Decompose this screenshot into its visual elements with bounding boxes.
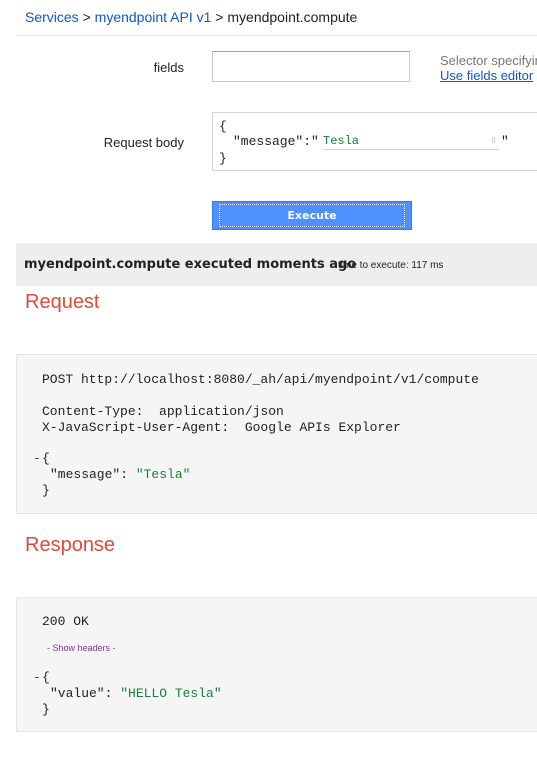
header-divider <box>16 35 537 36</box>
fields-hint: Selector specifying <box>440 53 537 68</box>
breadcrumb-separator: > <box>215 9 224 25</box>
execution-time: time to execute: 117 ms <box>338 260 444 271</box>
body-open-brace: { <box>219 119 227 134</box>
collapse-toggle[interactable]: - <box>33 451 41 466</box>
response-json-open: { <box>42 670 50 685</box>
request-panel: POST http://localhost:8080/_ah/api/myend… <box>16 354 537 514</box>
response-panel: 200 OK - Show headers - - { "value": "HE… <box>16 597 537 732</box>
body-close-brace: } <box>219 151 227 166</box>
executed-message: myendpoint.compute executed moments ago <box>24 257 357 272</box>
request-heading: Request <box>25 291 100 313</box>
request-line: POST http://localhost:8080/_ah/api/myend… <box>42 372 479 387</box>
response-status: 200 OK <box>42 614 89 629</box>
breadcrumb-current-method: myendpoint.compute <box>227 9 358 25</box>
breadcrumb-api-link[interactable]: myendpoint API v1 <box>95 9 212 25</box>
request-json-open: { <box>42 451 50 466</box>
breadcrumb-services-link[interactable]: Services <box>25 9 79 25</box>
focus-ring <box>219 204 405 227</box>
request-json-entry: "message": "Tesla" <box>50 467 191 482</box>
body-closing-quote: " <box>501 134 509 149</box>
execute-button[interactable]: Execute <box>212 201 412 230</box>
message-value-input[interactable]: Tesla <box>323 134 499 150</box>
request-json-close: } <box>42 483 50 498</box>
show-headers-link[interactable]: - Show headers - <box>47 643 116 653</box>
collapse-toggle[interactable]: - <box>33 670 41 685</box>
fields-label: fields <box>153 60 184 75</box>
execution-status-bar: myendpoint.compute executed moments ago … <box>16 243 537 286</box>
response-json-close: } <box>42 702 50 717</box>
breadcrumb: Services > myendpoint API v1 > myendpoin… <box>25 9 357 25</box>
use-fields-editor-link[interactable]: Use fields editor <box>440 68 537 83</box>
request-header-user-agent: X-JavaScript-User-Agent: Google APIs Exp… <box>42 420 401 435</box>
body-message-key: "message":" <box>233 134 319 149</box>
request-body-label: Request body <box>103 135 184 150</box>
breadcrumb-separator: > <box>82 9 91 25</box>
fields-input[interactable] <box>212 51 410 82</box>
response-heading: Response <box>25 534 116 556</box>
request-header-content-type: Content-Type: application/json <box>42 404 284 419</box>
resize-grip-icon[interactable]: ⠿ <box>491 139 499 148</box>
response-json-entry: "value": "HELLO Tesla" <box>50 686 222 701</box>
request-body-editor: { "message":" Tesla ⠿ " } <box>212 112 537 171</box>
